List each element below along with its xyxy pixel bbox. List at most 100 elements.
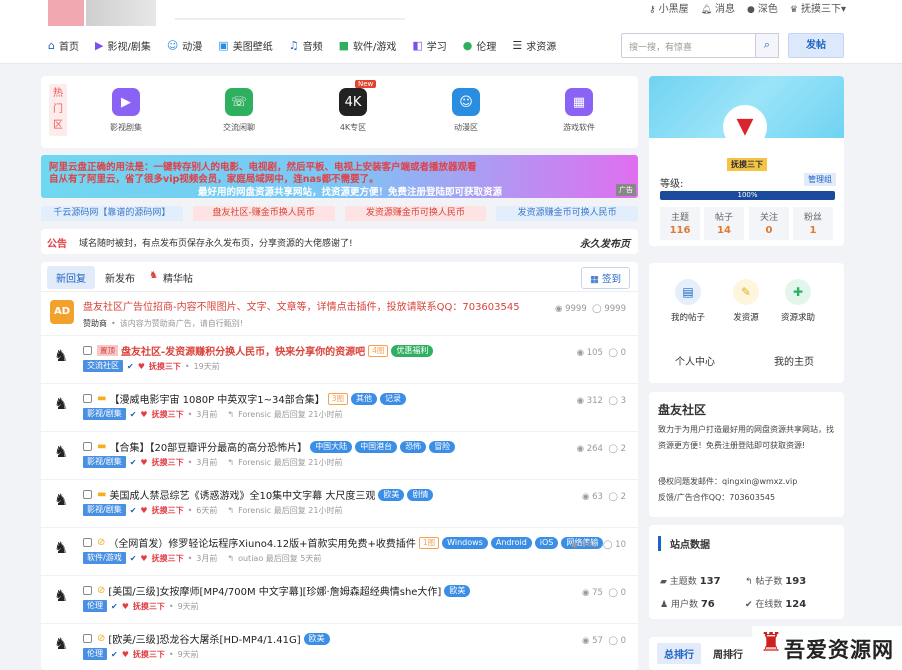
profile-stat[interactable]: 关注 0 xyxy=(749,207,789,240)
post-title[interactable]: 盘友社区广告位招商-内容不限图片、文字、文章等，详情点击插件，投放请联系QQ：7… xyxy=(83,298,520,313)
avatar[interactable]: ♞ xyxy=(50,632,72,656)
author-name[interactable]: 抚摸三下 xyxy=(133,649,165,660)
post-title[interactable]: ⊘ [欧美/三级]恐龙谷大屠杀[HD-MP4/1.41G] 欧美 xyxy=(83,631,330,646)
my-homepage-link[interactable]: 我的主页 xyxy=(774,353,814,368)
permanent-page-link[interactable]: 永久发布页 xyxy=(580,235,630,250)
nav-item[interactable]: ▶ 影视/剧集 xyxy=(95,38,151,53)
profile-stat[interactable]: 主题 116 xyxy=(660,207,700,240)
hot-section-item[interactable]: New 4K 4K专区 xyxy=(313,80,393,133)
tab-week-rank[interactable]: 周排行 xyxy=(713,646,743,661)
category-tag[interactable]: 交流社区 xyxy=(83,360,123,372)
table-row[interactable]: ♞ ▬ 【合集】【20部豆瓣评分最高的高分恐怖片】 中国大陆 中国港台 恐怖 冒险 影视/剧集… xyxy=(41,432,638,480)
tag-pill[interactable]: 欧美 xyxy=(378,488,405,501)
hot-section-item[interactable]: ▶ 影视剧集 xyxy=(86,84,166,133)
nav-item[interactable]: ☰ 求资源 xyxy=(512,38,556,53)
post-title[interactable]: ⊘ （全网首发）修罗轻论坛程序Xiuno4.12版+首款实用免费+收费插件 1图 Wi… xyxy=(83,535,604,550)
ad-row[interactable]: AD 盘友社区广告位招商-内容不限图片、文字、文章等，详情点击插件，投放请联系QQ… xyxy=(41,292,638,336)
author-name[interactable]: 抚摸三下 xyxy=(152,409,184,420)
site-logo[interactable] xyxy=(48,0,84,26)
profile-stat[interactable]: 帖子 14 xyxy=(704,207,744,240)
hot-section-item[interactable]: ☏ 交流闲聊 xyxy=(199,84,279,133)
post-title[interactable]: ⊘ [美国/三级]女按摩师[MP4/700M 中文字幕][珍娜·詹姆森超经典情sh… xyxy=(83,583,471,598)
table-row[interactable]: ♞ ⊘ [欧美/三级]恐龙谷大屠杀[HD-MP4/1.41G] 欧美 伦理 ✔ ♥ 抚摸三下 •… xyxy=(41,624,638,670)
tab-new-reply[interactable]: 新回复 xyxy=(47,266,95,289)
tag-pill[interactable]: 优惠福利 xyxy=(391,344,434,357)
profile-name[interactable]: 抚摸三下 xyxy=(727,158,767,171)
category-tag[interactable]: 影视/剧集 xyxy=(83,408,126,420)
blackhouse-link[interactable]: ⚷ 小黑屋 xyxy=(649,0,689,15)
friend-link[interactable]: 盘友社区-赚金币换人民币 xyxy=(192,206,335,221)
table-row[interactable]: ♞ ⊘ （全网首发）修罗轻论坛程序Xiuno4.12版+首款实用免费+收费插件 1图 W… xyxy=(41,528,638,576)
tag-pill[interactable]: 欧美 xyxy=(303,632,330,645)
table-row[interactable]: ♞ 置顶 盘友社区-发资源赚积分换人民币，快来分享你的资源吧 4图 优惠福利 交流社区 ✔ ♥… xyxy=(41,336,638,384)
avatar[interactable]: ♞ xyxy=(50,440,72,464)
author-name[interactable]: 抚摸三下 xyxy=(152,553,184,564)
post-title[interactable]: 置顶 盘友社区-发资源赚积分换人民币，快来分享你的资源吧 4图 优惠福利 xyxy=(83,343,434,358)
select-checkbox[interactable] xyxy=(83,586,92,595)
table-row[interactable]: ♞ ⊘ [美国/三级]女按摩师[MP4/700M 中文字幕][珍娜·詹姆森超经典情s… xyxy=(41,576,638,624)
select-checkbox[interactable] xyxy=(83,490,92,499)
category-tag[interactable]: 软件/游戏 xyxy=(83,552,126,564)
nav-item[interactable]: ■ 软件/游戏 xyxy=(339,38,397,53)
select-checkbox[interactable] xyxy=(83,346,92,355)
avatar[interactable]: ♞ xyxy=(50,536,72,560)
avatar[interactable]: ♞ xyxy=(50,584,72,608)
profile-stat[interactable]: 粉丝 1 xyxy=(793,207,833,240)
nav-item[interactable]: ▣ 美图壁纸 xyxy=(218,38,272,53)
user-action[interactable]: ✚ 资源求助 xyxy=(773,279,823,323)
tab-new-post[interactable]: 新发布 xyxy=(105,270,135,285)
tag-pill[interactable]: Android xyxy=(490,536,532,549)
nav-item[interactable]: ♫ 音频 xyxy=(289,38,323,53)
tag-pill[interactable]: Windows xyxy=(442,536,488,549)
nav-item[interactable]: ⌂ 首页 xyxy=(48,38,79,53)
nav-item[interactable]: ◧ 学习 xyxy=(412,38,446,53)
author-name[interactable]: 抚摸三下 xyxy=(149,361,181,372)
hot-section-item[interactable]: ☺ 动漫区 xyxy=(426,84,506,133)
post-title[interactable]: ▬ 【合集】【20部豆瓣评分最高的高分恐怖片】 中国大陆 中国港台 恐怖 冒险 xyxy=(83,439,456,454)
user-center-link[interactable]: 个人中心 xyxy=(675,353,715,368)
messages-link[interactable]: 🔔︎ 消息 xyxy=(701,0,735,15)
tab-total-rank[interactable]: 总排行 xyxy=(657,643,701,664)
post-title[interactable]: ▬ 【漫威电影宇宙 1080P 中英双字1~34部合集】 3图 其他 记录 xyxy=(83,391,407,406)
tag-pill[interactable]: 中国港台 xyxy=(355,440,398,453)
select-checkbox[interactable] xyxy=(83,442,92,451)
author-name[interactable]: 抚摸三下 xyxy=(133,601,165,612)
category-tag[interactable]: 伦理 xyxy=(83,648,107,660)
user-menu[interactable]: ♛ 抚摸三下▾ xyxy=(790,0,846,15)
nav-item[interactable]: ● 伦理 xyxy=(463,38,497,53)
avatar[interactable]: ♞ xyxy=(50,392,72,416)
friend-link[interactable]: 千云源码网【靠谱的源码网】 xyxy=(41,206,183,221)
avatar[interactable]: ♞ xyxy=(50,488,72,512)
user-action[interactable]: ✎ 发资源 xyxy=(721,279,771,323)
avatar[interactable]: ♞ xyxy=(50,344,72,368)
post-title[interactable]: ▬ 美国成人禁忌综艺《诱惑游戏》全10集中文字幕 大尺度三观 欧美 剧情 xyxy=(83,487,434,502)
post-button[interactable]: 发帖 xyxy=(788,33,844,58)
tag-pill[interactable]: 冒险 xyxy=(429,440,456,453)
table-row[interactable]: ♞ ▬ 【漫威电影宇宙 1080P 中英双字1~34部合集】 3图 其他 记录 影视/剧集 ✔… xyxy=(41,384,638,432)
tag-pill[interactable]: 剧情 xyxy=(407,488,434,501)
select-checkbox[interactable] xyxy=(83,634,92,643)
promo-banner[interactable]: 阿里云盘正确的用法是：一键转存别人的电影、电视剧，然后平板、电视上安装客户端或者… xyxy=(41,155,638,198)
hot-section-item[interactable]: ▦ 游戏软件 xyxy=(539,84,619,133)
category-tag[interactable]: 影视/剧集 xyxy=(83,504,126,516)
tag-pill[interactable]: 欧美 xyxy=(444,584,471,597)
user-action[interactable]: ▤ 我的帖子 xyxy=(663,279,713,323)
avatar[interactable]: ▼ xyxy=(723,105,767,149)
tag-pill[interactable]: 记录 xyxy=(380,392,407,405)
category-tag[interactable]: 影视/剧集 xyxy=(83,456,126,468)
select-checkbox[interactable] xyxy=(83,538,92,547)
checkin-button[interactable]: ▦ 签到 xyxy=(580,267,630,289)
friend-link[interactable]: 发资源赚金币可换人民币 xyxy=(496,206,638,221)
nav-item[interactable]: ☺ 动漫 xyxy=(167,38,202,53)
table-row[interactable]: ♞ ▬ 美国成人禁忌综艺《诱惑游戏》全10集中文字幕 大尺度三观 欧美 剧情 影视/剧集 ✔… xyxy=(41,480,638,528)
tag-pill[interactable]: 恐怖 xyxy=(400,440,427,453)
category-tag[interactable]: 伦理 xyxy=(83,600,107,612)
author-name[interactable]: 抚摸三下 xyxy=(152,505,184,516)
search-button[interactable]: ⌕ xyxy=(755,33,779,58)
select-checkbox[interactable] xyxy=(83,394,92,403)
tag-pill[interactable]: iOS xyxy=(534,536,559,549)
tag-pill[interactable]: 中国大陆 xyxy=(310,440,353,453)
author-name[interactable]: 抚摸三下 xyxy=(152,457,184,468)
tag-pill[interactable]: 其他 xyxy=(351,392,378,405)
dark-mode-toggle[interactable]: ● 深色 xyxy=(747,0,778,15)
